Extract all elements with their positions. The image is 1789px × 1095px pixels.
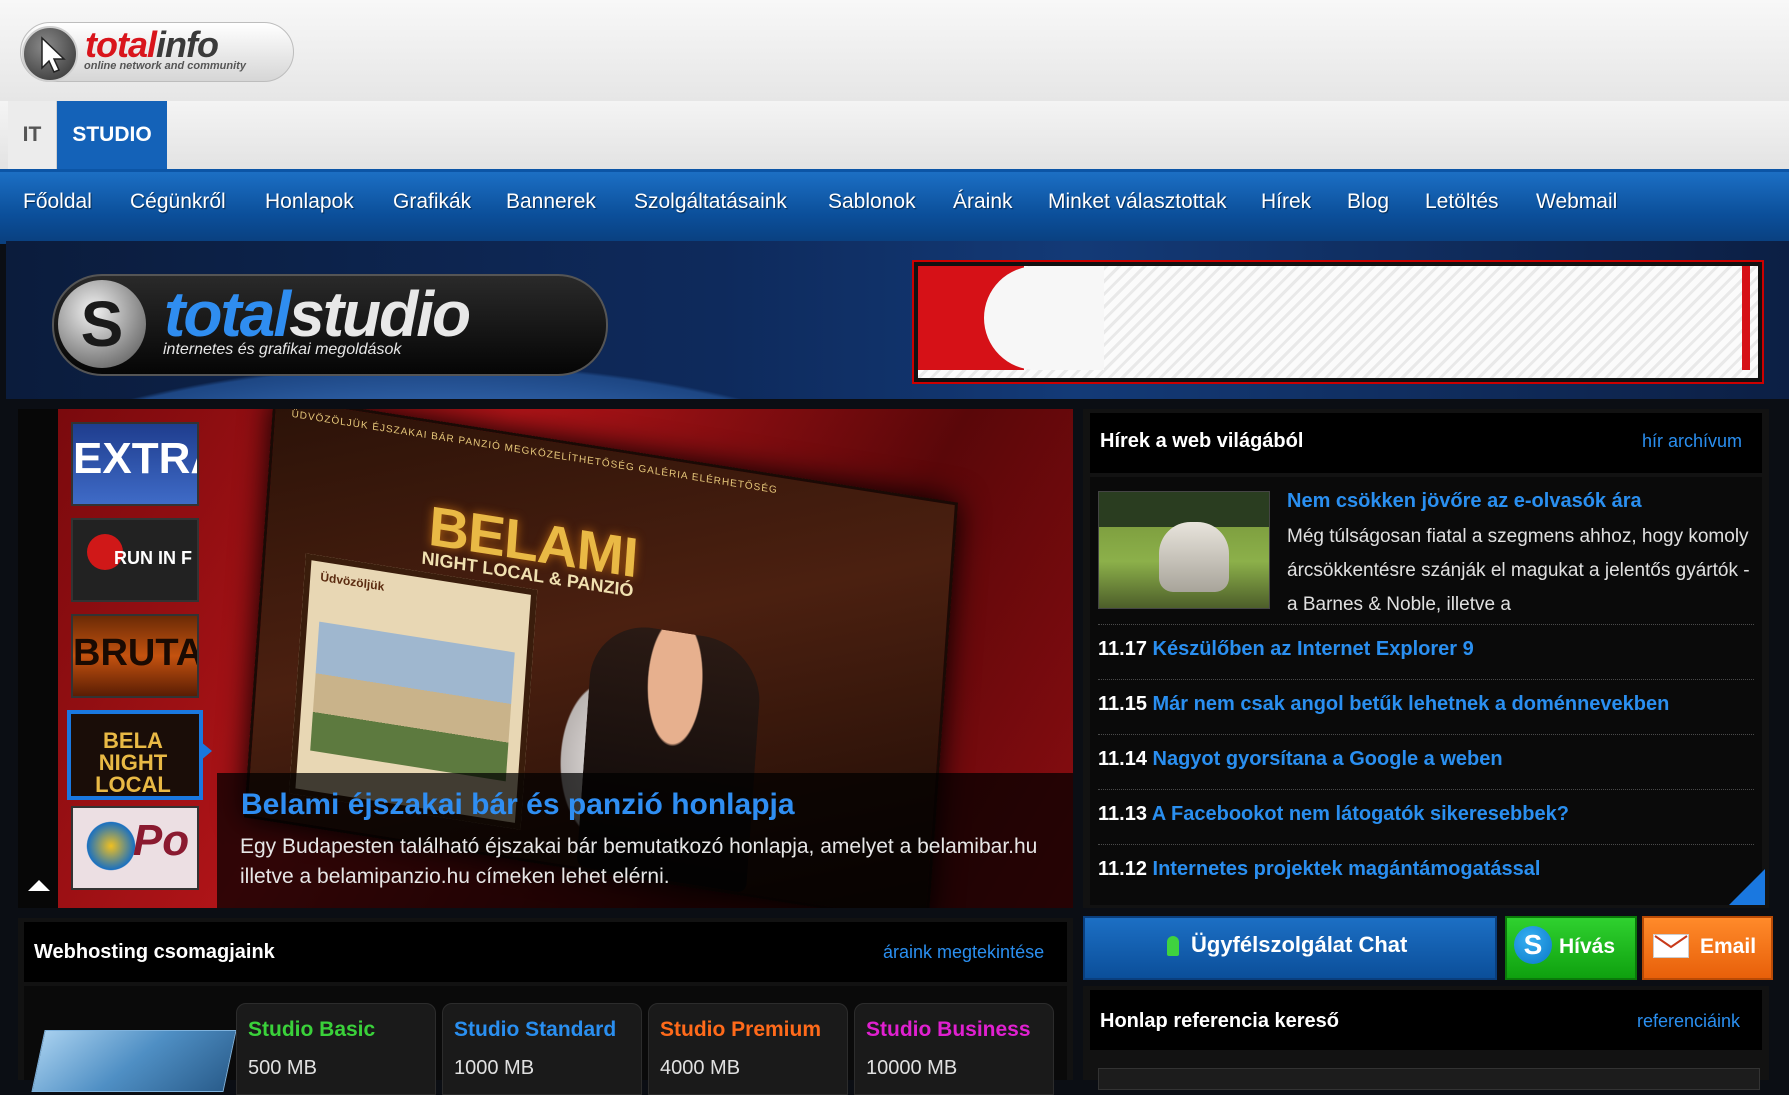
nav-item-foldal[interactable]: Főoldal — [23, 190, 92, 214]
email-button-label: Email — [1700, 935, 1757, 958]
scroll-up-arrow-icon[interactable] — [28, 880, 50, 891]
news-item[interactable]: 11.12 Internetes projektek magántámogatá… — [1098, 858, 1540, 881]
studio-wordmark: totalstudio — [164, 277, 471, 351]
tab-studio[interactable]: STUDIO — [57, 101, 167, 169]
studio-s-letter-icon: S — [80, 288, 124, 360]
thumb-label: BELA NIGHT LOCAL — [95, 728, 171, 797]
skype-icon: S — [1514, 926, 1552, 964]
plan-size: 4000 MB — [660, 1057, 741, 1079]
featured-news-title[interactable]: Nem csökken jövőre az e-olvasók ára — [1287, 490, 1642, 513]
call-button-label: Hívás — [1559, 935, 1616, 958]
studio-studio-text: studio — [289, 278, 471, 350]
news-link[interactable]: Internetes projektek magántámogatással — [1153, 858, 1541, 880]
showcase-thumb-active[interactable]: BELA NIGHT LOCAL — [67, 710, 203, 800]
news-date: 11.13 — [1098, 803, 1147, 825]
cursor-arrow-icon — [41, 36, 66, 73]
plan-card-basic[interactable] — [236, 1003, 436, 1095]
plan-size: 500 MB — [248, 1057, 317, 1079]
nav-item-blog[interactable]: Blog — [1347, 190, 1389, 214]
nav-item-letoltes[interactable]: Letöltés — [1425, 190, 1499, 214]
news-date: 11.15 — [1098, 693, 1147, 715]
featured-news-image[interactable] — [1098, 491, 1270, 609]
user-icon — [1167, 936, 1179, 956]
thumb-label: BRUTA — [73, 632, 199, 674]
news-date: 11.14 — [1098, 748, 1147, 770]
studio-tagline: internetes és grafikai megoldások — [163, 341, 402, 358]
ad-banner-curve — [984, 266, 1104, 370]
news-divider — [1098, 624, 1754, 625]
ad-banner-red-edge — [1742, 266, 1750, 370]
news-divider — [1098, 844, 1754, 845]
news-divider — [1098, 789, 1754, 790]
chat-button-label: Ügyfélszolgálat Chat — [1191, 932, 1408, 957]
showcase-description: Egy Budapesten található éjszakai bár be… — [240, 835, 1038, 888]
plan-card-business[interactable] — [854, 1003, 1054, 1095]
news-link[interactable]: Készülőben az Internet Explorer 9 — [1153, 638, 1474, 660]
plan-name[interactable]: Studio Standard — [454, 1018, 616, 1042]
plan-size: 1000 MB — [454, 1057, 535, 1079]
logo-tagline: online network and community — [84, 60, 246, 72]
news-link[interactable]: A Facebookot nem látogatók sikeresebbek? — [1152, 803, 1569, 825]
chair-photo — [1159, 522, 1229, 592]
nav-item-honlapok[interactable]: Honlapok — [265, 190, 354, 214]
plan-name[interactable]: Studio Premium — [660, 1018, 821, 1042]
plan-size: 10000 MB — [866, 1057, 958, 1079]
news-item[interactable]: 11.13 A Facebookot nem látogatók sikeres… — [1098, 803, 1569, 826]
nav-item-hirek[interactable]: Hírek — [1261, 190, 1311, 214]
news-item[interactable]: 11.14 Nagyot gyorsítana a Google a weben — [1098, 748, 1503, 771]
cursor-logo-icon — [22, 26, 78, 82]
envelope-flap-icon — [1654, 935, 1688, 949]
webhosting-title: Webhosting csomagjaink — [34, 941, 275, 963]
logo-info-text: info — [156, 24, 219, 65]
news-link[interactable]: Már nem csak angol betűk lehetnek a domé… — [1153, 693, 1670, 715]
showcase-title[interactable]: Belami éjszakai bár és panzió honlapja — [241, 788, 795, 822]
news-panel-title: Hírek a web világából — [1100, 430, 1304, 452]
news-archive-link[interactable]: hír archívum — [1642, 431, 1742, 452]
showcase-thumb[interactable]: RUN IN F — [71, 518, 199, 602]
envelope-icon — [1653, 934, 1689, 958]
prices-link[interactable]: áraink megtekintése — [883, 942, 1044, 963]
news-link[interactable]: Nagyot gyorsítana a Google a weben — [1153, 748, 1503, 770]
reference-title: Honlap referencia kereső — [1100, 1010, 1339, 1032]
showcase-thumb[interactable]: EXTRA — [71, 422, 199, 506]
nav-item-minket-valasztottak[interactable]: Minket választottak — [1048, 190, 1227, 214]
nav-item-bannerek[interactable]: Bannerek — [506, 190, 596, 214]
site-panel-heading: Üdvözöljük — [319, 569, 385, 594]
nav-item-araink[interactable]: Áraink — [953, 190, 1013, 214]
nav-item-szolgaltatasaink[interactable]: Szolgáltatásaink — [634, 190, 787, 214]
plan-name[interactable]: Studio Basic — [248, 1018, 375, 1042]
site-screenshot-menu: ÜDVÖZÖLJÜK ÉJSZAKAI BÁR PANZIÓ MEGKÖZELÍ… — [291, 409, 779, 497]
plan-card-standard[interactable] — [442, 1003, 642, 1095]
thumb-label: Po — [132, 816, 190, 865]
nav-item-webmail[interactable]: Webmail — [1536, 190, 1617, 214]
references-link[interactable]: referenciáink — [1637, 1011, 1740, 1032]
nav-item-sablonok[interactable]: Sablonok — [828, 190, 916, 214]
news-divider — [1098, 679, 1754, 680]
reference-search-input[interactable] — [1098, 1068, 1760, 1090]
news-date: 11.12 — [1098, 858, 1147, 880]
featured-news-text: Még túlságosan fiatal a szegmens ahhoz, … — [1287, 526, 1750, 615]
thumb-scroll-strip — [18, 409, 58, 908]
thumb-label: RUN IN F — [114, 548, 192, 568]
showcase-thumb[interactable]: BRUTA — [71, 614, 199, 698]
tab-it[interactable]: IT — [8, 101, 57, 169]
news-item[interactable]: 11.17 Készülőben az Internet Explorer 9 — [1098, 638, 1474, 661]
nav-item-cegunkrol[interactable]: Cégünkről — [130, 190, 226, 214]
tab-bar — [0, 101, 1789, 169]
studio-total-text: total — [164, 278, 291, 350]
logo-total-text: total — [85, 24, 157, 65]
house-photo — [310, 621, 515, 782]
plan-name[interactable]: Studio Business — [866, 1018, 1031, 1042]
server-icon — [31, 1030, 237, 1092]
plan-card-premium[interactable] — [648, 1003, 848, 1095]
news-corner-icon — [1729, 869, 1765, 905]
nav-item-grafikak[interactable]: Grafikák — [393, 190, 471, 214]
news-date: 11.17 — [1098, 638, 1147, 660]
active-thumb-arrow-icon — [200, 741, 212, 761]
news-divider — [1098, 734, 1754, 735]
showcase-thumb[interactable]: Po — [71, 806, 199, 890]
thumb-label: EXTRA — [73, 434, 197, 483]
news-item[interactable]: 11.15 Már nem csak angol betűk lehetnek … — [1098, 693, 1669, 716]
